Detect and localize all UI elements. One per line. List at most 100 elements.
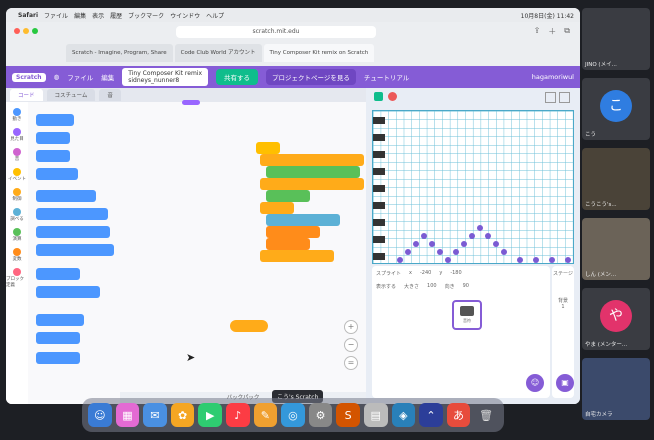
palette-block[interactable] [36,332,80,344]
menubar-item[interactable]: ヘルプ [206,11,224,20]
x-value[interactable]: -240 [420,270,431,277]
browser-tab[interactable]: Scratch - Imagine, Program, Share [66,44,173,62]
category-my-blocks[interactable]: ブロック定義 [6,268,28,288]
browser-tab[interactable]: Code Club World アカウント [174,44,262,62]
menubar-app-name[interactable]: Safari [18,12,38,19]
category-control[interactable]: 制御 [6,188,28,202]
palette-block[interactable] [36,208,108,220]
file-menu[interactable]: ファイル [67,72,93,82]
photos-icon[interactable]: ✿ [170,403,195,427]
stop-icon[interactable] [388,92,397,101]
dictionary-icon[interactable]: あ [446,403,471,427]
category-operators[interactable]: 演算 [6,228,28,242]
palette-block[interactable] [36,168,78,180]
globe-icon[interactable]: ◍ [54,73,60,81]
palette-block[interactable] [36,286,100,298]
zoom-window-button[interactable] [32,28,38,34]
participant-tile[interactable]: や やま (メンター... [582,288,650,350]
browser-tab-active[interactable]: Tiny Composer Kit remix on Scratch [263,44,375,62]
menubar-item[interactable]: ファイル [44,11,68,20]
category-motion[interactable]: 動き [6,108,28,122]
script-block[interactable] [256,142,280,154]
zoom-in-button[interactable]: + [344,320,358,334]
category-variables[interactable]: 変数 [6,248,28,262]
add-backdrop-button[interactable]: ▣ [556,374,574,392]
script-block[interactable] [182,100,200,105]
app-store-icon[interactable]: ⌃ [419,403,443,427]
add-sprite-button[interactable]: ☺ [526,374,544,392]
account-menu[interactable]: hagamoriwul [532,73,574,81]
participant-tile[interactable]: こ こう [582,78,650,140]
palette-block[interactable] [36,268,80,280]
sprite-thumbnail[interactable]: 音符 [452,300,482,330]
tab-sounds[interactable]: 音 [99,89,121,101]
script-block[interactable] [260,178,364,190]
direction-value[interactable]: 90 [463,283,469,290]
palette-block[interactable] [36,114,74,126]
category-events[interactable]: イベント [6,168,28,182]
script-block[interactable] [230,320,268,332]
minimize-window-button[interactable] [23,28,29,34]
participant-tile[interactable]: しん (メン... [582,218,650,280]
category-looks[interactable]: 見た目 [6,128,28,142]
new-tab-icon[interactable]: ＋ [548,26,556,37]
finder-icon[interactable]: ☺ [88,403,112,427]
script-block[interactable] [260,202,294,214]
palette-block[interactable] [36,352,80,364]
palette-block[interactable] [36,244,114,256]
palette-block[interactable] [36,190,96,202]
script-block[interactable] [266,166,360,178]
scratch-app-icon[interactable]: S [336,403,360,427]
close-window-button[interactable] [14,28,20,34]
scratch-logo[interactable]: Scratch [12,72,46,82]
tab-costumes[interactable]: コスチューム [46,89,96,101]
facetime-icon[interactable]: ▶ [198,403,222,427]
tab-overview-icon[interactable]: ⧉ [564,26,570,37]
network-icon[interactable]: ◈ [391,403,416,427]
script-block[interactable] [260,250,334,262]
tutorial-button[interactable]: チュートリアル [364,72,409,82]
project-title-field[interactable]: Tiny Composer Kit remix sidneys_nunner8 [122,68,208,86]
menubar-item[interactable]: 表示 [92,11,104,20]
see-project-page-button[interactable]: プロジェクトページを見る [266,69,356,85]
category-sensing[interactable]: 調べる [6,208,28,222]
safari-icon[interactable]: ◎ [281,403,305,427]
script-block[interactable] [266,190,310,202]
green-flag-icon[interactable] [374,92,383,101]
script-block[interactable] [266,226,320,238]
share-button[interactable]: 共有する [216,69,258,85]
palette-block[interactable] [36,314,84,326]
palette-block[interactable] [36,226,110,238]
music-icon[interactable]: ♪ [225,403,250,427]
menubar-item[interactable]: 履歴 [110,11,122,20]
participant-tile[interactable]: JINO (メイ... [582,8,650,70]
stage-selector[interactable]: ステージ 背景 1 ▣ [552,266,574,398]
launchpad-icon[interactable]: ▦ [115,403,140,427]
edit-menu[interactable]: 編集 [101,72,114,82]
script-block[interactable] [266,214,340,226]
stage-canvas[interactable] [372,110,574,264]
script-block[interactable] [266,238,310,250]
document-icon[interactable]: ▤ [363,403,388,427]
script-block[interactable] [260,154,364,166]
zoom-out-button[interactable]: − [344,338,358,352]
mail-icon[interactable]: ✉ [143,403,167,427]
script-area[interactable]: + − = [120,100,366,404]
palette-block[interactable] [36,150,70,162]
address-bar[interactable]: scratch.mit.edu [176,26,376,38]
zoom-reset-button[interactable]: = [344,356,358,370]
trash-icon[interactable]: 🗑 [474,403,498,427]
tab-code[interactable]: コード [10,89,43,101]
participant-tile[interactable]: 自宅カメラ [582,358,650,420]
fullscreen-icon[interactable] [559,92,570,103]
small-stage-icon[interactable] [545,92,556,103]
menubar-item[interactable]: ブックマーク [128,11,164,20]
size-value[interactable]: 100 [427,283,437,290]
share-icon[interactable]: ⇪ [534,26,541,37]
category-sound[interactable]: 音 [6,148,28,162]
settings-icon[interactable]: ⚙ [308,403,333,427]
pages-icon[interactable]: ✎ [253,403,278,427]
palette-block[interactable] [36,132,70,144]
menubar-item[interactable]: 編集 [74,11,86,20]
menubar-item[interactable]: ウインドウ [170,11,200,20]
